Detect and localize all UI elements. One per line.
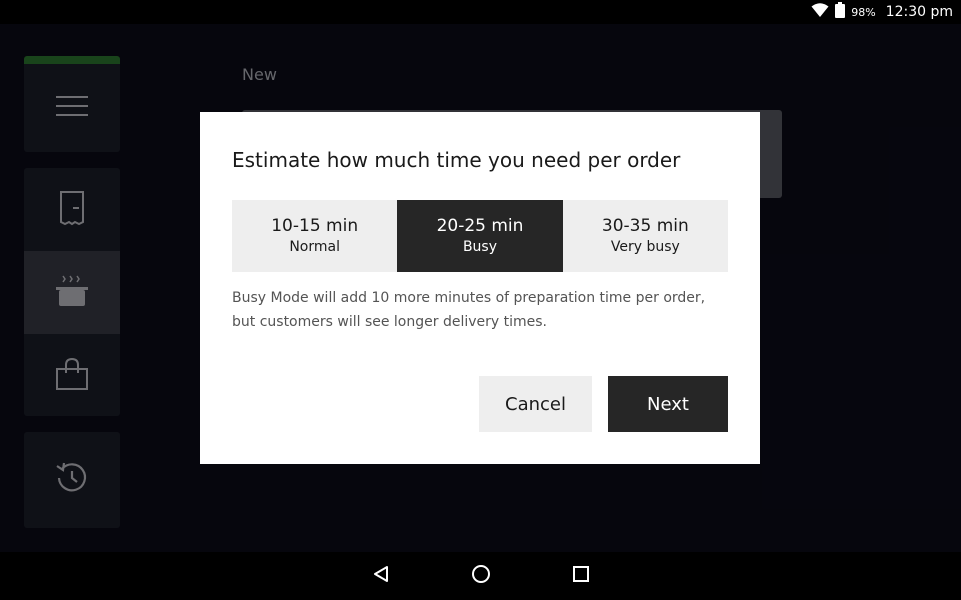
option-time: 10-15 min [271, 216, 359, 236]
option-label: Normal [289, 239, 340, 255]
battery-icon [835, 2, 846, 22]
status-bar: 98% 12:30 pm [0, 0, 961, 24]
battery-percent: 98% [851, 5, 876, 19]
busy-mode-dialog: Estimate how much time you need per orde… [200, 112, 760, 464]
recents-button[interactable] [561, 552, 601, 600]
option-label: Very busy [610, 239, 680, 255]
back-icon [372, 565, 390, 587]
clock: 12:30 pm [885, 4, 953, 20]
option-time: 30-35 min [601, 216, 689, 236]
system-nav-bar [0, 552, 961, 600]
cancel-button[interactable]: Cancel [479, 376, 592, 432]
home-button[interactable] [461, 552, 501, 600]
option-normal[interactable]: 10-15 min Normal [232, 200, 398, 272]
prep-time-selector: 10-15 min Normal 20-25 min Busy 30-35 mi… [232, 200, 728, 272]
dialog-description: Busy Mode will add 10 more minutes of pr… [232, 290, 706, 330]
next-button[interactable]: Next [608, 376, 728, 432]
recents-icon [572, 565, 590, 587]
option-busy[interactable]: 20-25 min Busy [397, 200, 563, 272]
option-label: Busy [462, 239, 498, 255]
dialog-title: Estimate how much time you need per orde… [232, 148, 681, 172]
wifi-icon [811, 2, 829, 22]
status-indicators: 98% 12:30 pm [811, 0, 953, 24]
home-icon [471, 564, 491, 588]
back-button[interactable] [361, 552, 401, 600]
option-very-busy[interactable]: 30-35 min Very busy [562, 200, 728, 272]
option-time: 20-25 min [436, 216, 524, 236]
